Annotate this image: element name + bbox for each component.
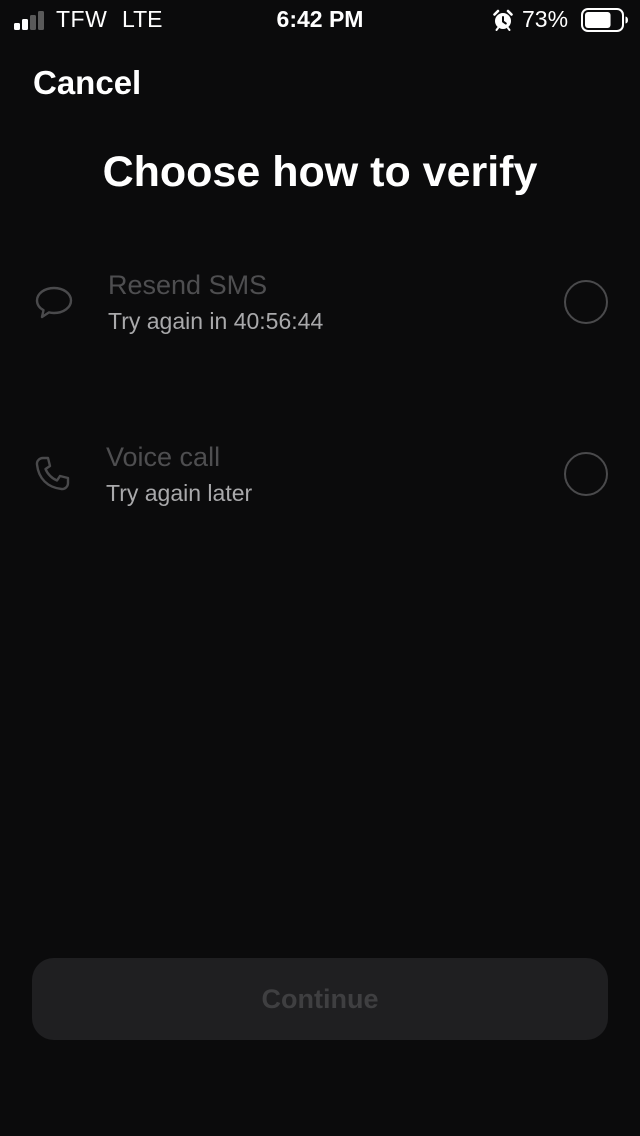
option-voice-call[interactable]: Voice call Try again later [0, 420, 640, 530]
option-title: Voice call [106, 442, 221, 472]
option-resend-sms[interactable]: Resend SMS Try again in 40:56:44 [0, 248, 640, 358]
chat-bubble-icon [35, 286, 73, 319]
battery-percent: 73% [522, 6, 569, 32]
page-title: Choose how to verify [102, 148, 538, 196]
radio-button-resend-sms[interactable] [564, 280, 608, 324]
alarm-icon [493, 9, 513, 31]
option-title: Resend SMS [108, 270, 268, 300]
radio-button-voice-call[interactable] [564, 452, 608, 496]
battery-icon [581, 8, 628, 32]
cancel-button[interactable]: Cancel [33, 64, 141, 102]
option-subtitle: Try again in 40:56:44 [108, 308, 324, 334]
continue-button[interactable]: Continue [32, 958, 608, 1040]
option-subtitle: Try again later [106, 480, 253, 506]
phone-icon [35, 456, 70, 491]
status-bar: TFW LTE 6:42 PM 73% [0, 0, 640, 40]
